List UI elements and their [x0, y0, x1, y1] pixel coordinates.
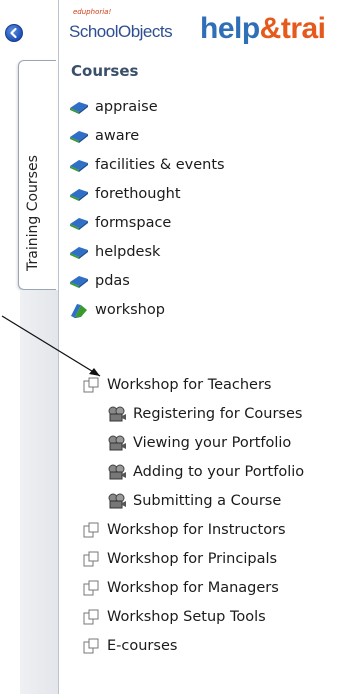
- subcourse-workshop-setup-tools[interactable]: Workshop Setup Tools: [83, 602, 349, 631]
- page-icon: [83, 609, 99, 624]
- logo-eduphoria: eduphoria!: [73, 8, 112, 16]
- lesson-label: Submitting a Course: [133, 492, 282, 509]
- workshop-subtree: Workshop for Teachers Registering for Co…: [83, 370, 349, 660]
- subcourse-workshop-for-managers[interactable]: Workshop for Managers: [83, 573, 349, 602]
- film-reel-icon: [108, 406, 126, 421]
- course-item-label: helpdesk: [95, 243, 161, 260]
- page-icon: [83, 551, 99, 566]
- book-icon: [70, 217, 88, 230]
- logo-training-text: &trai: [259, 12, 326, 45]
- course-panel: eduphoria! SchoolObjects help&trai Cours…: [58, 0, 349, 694]
- page-icon: [83, 377, 99, 392]
- course-item-label: forethought: [95, 185, 181, 202]
- logo-help-text: help: [200, 12, 260, 45]
- open-book-icon: [71, 303, 87, 318]
- lesson-adding-to-your-portfolio[interactable]: Adding to your Portfolio: [83, 457, 349, 486]
- logo-help-training: help&trai: [200, 12, 326, 46]
- course-item-label: appraise: [95, 98, 158, 115]
- film-reel-icon: [108, 435, 126, 450]
- subcourse-label: Workshop for Principals: [107, 550, 278, 567]
- subcourse-label: Workshop for Managers: [107, 579, 279, 596]
- strip-background: [20, 290, 58, 694]
- lesson-submitting-a-course[interactable]: Submitting a Course: [83, 486, 349, 515]
- book-icon: [70, 101, 88, 114]
- film-reel-icon: [108, 493, 126, 508]
- course-item-pdas[interactable]: pdas: [69, 266, 349, 295]
- subcourse-workshop-for-principals[interactable]: Workshop for Principals: [83, 544, 349, 573]
- lesson-label: Adding to your Portfolio: [133, 463, 305, 480]
- subcourse-e-courses[interactable]: E-courses: [83, 631, 349, 660]
- subcourse-label: Workshop for Instructors: [107, 521, 286, 538]
- logo-schoolobjects: SchoolObjects: [69, 22, 173, 41]
- lesson-label: Registering for Courses: [133, 405, 303, 422]
- tab-training-courses[interactable]: Training Courses: [18, 60, 56, 290]
- course-item-facilities-events[interactable]: facilities & events: [69, 150, 349, 179]
- course-item-formspace[interactable]: formspace: [69, 208, 349, 237]
- course-item-label: formspace: [95, 214, 172, 231]
- subcourse-label: Workshop for Teachers: [107, 376, 272, 393]
- book-icon: [70, 188, 88, 201]
- book-icon: [70, 275, 88, 288]
- book-icon: [70, 246, 88, 259]
- book-icon: [70, 159, 88, 172]
- back-arrow-icon[interactable]: [5, 24, 23, 42]
- course-item-label: workshop: [95, 301, 165, 318]
- logo: eduphoria! SchoolObjects help&trai: [69, 8, 349, 56]
- lesson-label: Viewing your Portfolio: [133, 434, 292, 451]
- lesson-viewing-your-portfolio[interactable]: Viewing your Portfolio: [83, 428, 349, 457]
- course-item-aware[interactable]: aware: [69, 121, 349, 150]
- courses-heading: Courses: [71, 62, 139, 80]
- page-icon: [83, 638, 99, 653]
- subcourse-label: E-courses: [107, 637, 178, 654]
- course-item-helpdesk[interactable]: helpdesk: [69, 237, 349, 266]
- course-item-forethought[interactable]: forethought: [69, 179, 349, 208]
- subcourse-workshop-for-instructors[interactable]: Workshop for Instructors: [83, 515, 349, 544]
- left-tab-strip: Training Courses: [0, 0, 58, 694]
- course-item-workshop[interactable]: workshop: [69, 295, 349, 324]
- course-item-label: pdas: [95, 272, 130, 289]
- subcourse-workshop-for-teachers[interactable]: Workshop for Teachers: [83, 370, 349, 399]
- page-icon: [83, 580, 99, 595]
- subcourse-label: Workshop Setup Tools: [107, 608, 266, 625]
- film-reel-icon: [108, 464, 126, 479]
- course-item-label: facilities & events: [95, 156, 225, 173]
- page-icon: [83, 522, 99, 537]
- lesson-registering-for-courses[interactable]: Registering for Courses: [83, 399, 349, 428]
- course-list: appraise aware facilities & events foret…: [69, 92, 349, 324]
- book-icon: [70, 130, 88, 143]
- tab-training-courses-label: Training Courses: [25, 155, 41, 271]
- course-item-appraise[interactable]: appraise: [69, 92, 349, 121]
- course-item-label: aware: [95, 127, 140, 144]
